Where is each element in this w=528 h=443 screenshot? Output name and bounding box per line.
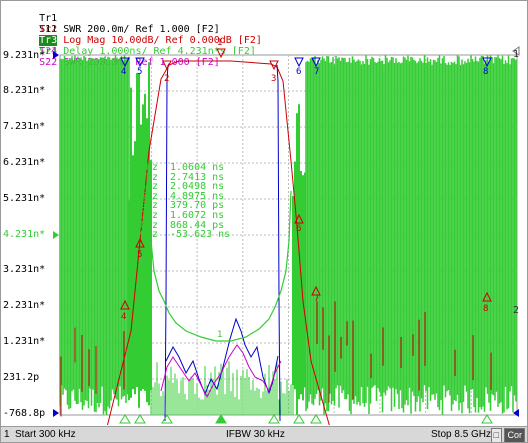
- status-bar: 1 Start 300 kHz IFBW 30 kHz Stop 8.5 GHz…: [1, 426, 527, 442]
- tr3-tag-6: 6: [296, 67, 301, 77]
- tr3-marker-triangle: [294, 57, 304, 68]
- trace-plot-area[interactable]: 4 5 6 7 8 1 2 3 4 5 6 7 8 1 1 2: [1, 1, 527, 425]
- tr2-mid-tag-5: 5: [137, 250, 142, 260]
- channel-number[interactable]: 1: [4, 429, 10, 440]
- tr2-tag-2: 2: [164, 74, 169, 84]
- marker-readout-row: GHz -53.623 ns: [140, 229, 231, 241]
- correction-indicator[interactable]: Cor: [504, 428, 525, 442]
- tr2-mid-tag-7: 7: [314, 294, 319, 304]
- tr3-tag-8: 8: [483, 67, 488, 77]
- tr3-tag-4: 4: [121, 67, 126, 77]
- tr2-tag-1: 1: [217, 38, 222, 48]
- tr2-mid-tag-6: 6: [296, 224, 301, 234]
- bottom-marker-triangle: [293, 414, 305, 424]
- bottom-axis-markers: [119, 414, 493, 424]
- bottom-marker-triangle: [134, 414, 146, 424]
- left-ref-arrow: [53, 231, 59, 239]
- tr3-tag-7: 7: [314, 67, 319, 77]
- stop-frequency[interactable]: Stop 8.5 GHz: [431, 429, 491, 440]
- tr2-mid-tag-4: 4: [121, 312, 126, 322]
- a-indicator: □: [490, 428, 502, 442]
- network-analyzer-display: Tr1 S11 SWR 200.0m/ Ref 1.000 [F2] Tr2 S…: [0, 0, 528, 443]
- trace-blue-band-edges: [164, 64, 281, 422]
- right-bottom-arrow: [513, 409, 519, 417]
- tr2-mid-tag-8: 8: [483, 304, 488, 314]
- bottom-marker-triangle: [268, 414, 280, 424]
- bottom-marker-triangle: [161, 414, 173, 424]
- right-label-1: 1: [513, 49, 519, 60]
- marker-readout-table: GHz 1.0604 ns GHz 2.7413 ns GHz 2.0498 ns G…: [140, 163, 231, 241]
- left-top-arrow: [53, 51, 59, 59]
- left-bottom-arrow: [53, 409, 59, 417]
- tr2-tag-3: 3: [271, 74, 276, 84]
- tr3-tag-5: 5: [137, 67, 142, 77]
- tr2-marker-triangle: [216, 48, 226, 59]
- bottom-marker-triangle: [215, 414, 227, 424]
- bottom-marker-triangle: [119, 414, 131, 424]
- tr3-center-tag-1: 1: [217, 330, 222, 340]
- bottom-marker-triangle: [481, 414, 493, 424]
- ifbw-setting[interactable]: IFBW 30 kHz: [226, 429, 285, 440]
- right-label-2: 2: [513, 305, 519, 316]
- bottom-marker-triangle: [310, 414, 322, 424]
- tr3-marker-triangle: [135, 57, 145, 68]
- start-frequency[interactable]: Start 300 kHz: [15, 429, 76, 440]
